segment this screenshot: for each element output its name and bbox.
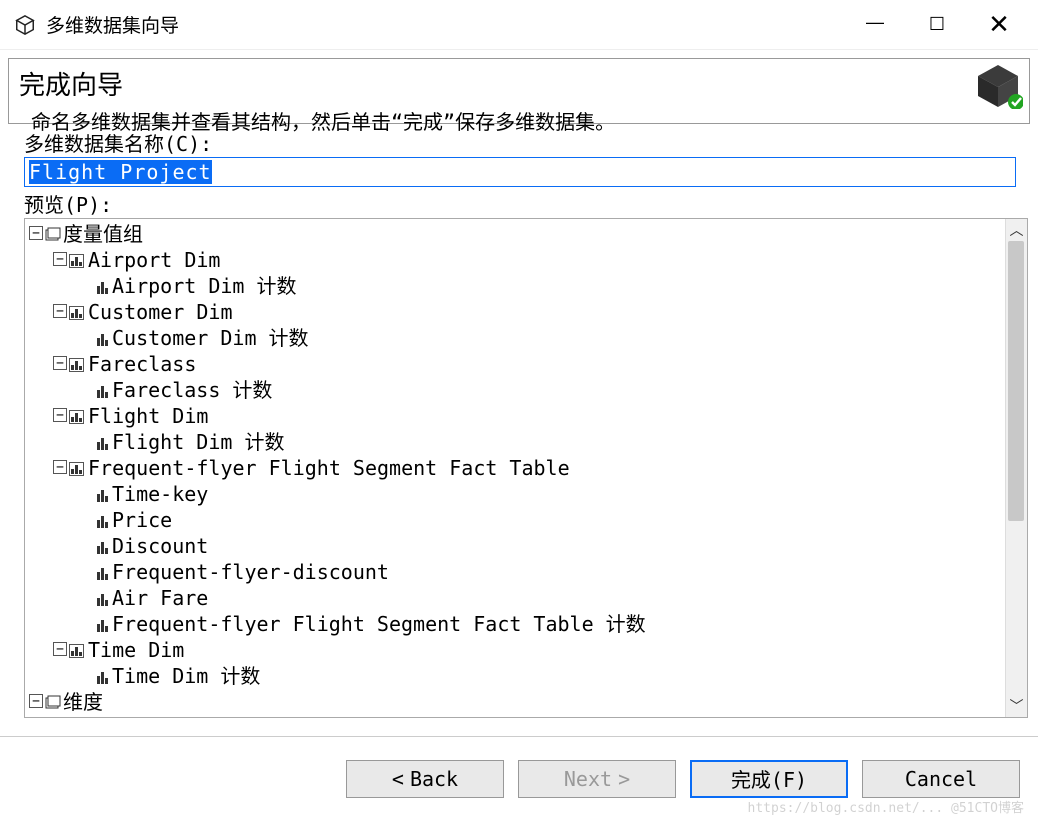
chevron-left-icon: < — [392, 767, 404, 791]
measure-icon — [97, 384, 108, 398]
tree-group[interactable]: Frequent-flyer Flight Segment Fact Table — [29, 455, 1005, 481]
tree-leaf[interactable]: Frequent-flyer-discount — [29, 559, 1005, 585]
wizard-header: 完成向导 命名多维数据集并查看其结构，然后单击“完成”保存多维数据集。 — [8, 58, 1030, 124]
measure-group-icon — [69, 358, 84, 372]
measure-group-icon — [69, 410, 84, 424]
measure-icon — [97, 488, 108, 502]
measure-icon — [97, 280, 108, 294]
tree-leaf[interactable]: Price — [29, 507, 1005, 533]
tree-dimensions[interactable]: 维度 — [29, 689, 1005, 715]
tree-leaf[interactable]: Time-key — [29, 481, 1005, 507]
tree-leaf[interactable]: Fareclass 计数 — [29, 377, 1005, 403]
close-button[interactable] — [968, 5, 1030, 45]
content-area: 多维数据集名称(C): Flight Project 预览(P): — [0, 124, 1038, 218]
measure-icon — [97, 540, 108, 554]
collapse-icon[interactable] — [53, 356, 67, 370]
collapse-icon[interactable] — [53, 642, 67, 656]
tree-leaf[interactable]: Flight Dim 计数 — [29, 429, 1005, 455]
measure-group-icon — [69, 254, 84, 268]
minimize-button[interactable] — [844, 5, 906, 45]
tree-group[interactable]: Airport Dim — [29, 247, 1005, 273]
tree-root[interactable]: 度量值组 — [29, 221, 1005, 247]
measure-icon — [97, 670, 108, 684]
measure-icon — [97, 514, 108, 528]
tree-leaf[interactable]: Customer Dim 计数 — [29, 325, 1005, 351]
tree-leaf[interactable]: Frequent-flyer Flight Segment Fact Table… — [29, 611, 1005, 637]
scroll-track[interactable] — [1006, 241, 1027, 695]
measure-icon — [97, 332, 108, 346]
measure-icon — [97, 436, 108, 450]
tree-leaf[interactable]: Discount — [29, 533, 1005, 559]
scroll-up-arrow[interactable]: ︿ — [1006, 219, 1027, 241]
collapse-icon[interactable] — [53, 460, 67, 474]
watermark-text: https://blog.csdn.net/... @51CTO博客 — [748, 797, 1024, 816]
tree-group[interactable]: Fareclass — [29, 351, 1005, 377]
collapse-icon[interactable] — [29, 694, 43, 708]
collapse-icon[interactable] — [53, 252, 67, 266]
wizard-window: 多维数据集向导 完成向导 命名多维数据集并查看其结构，然后单击“完成”保存多维数… — [0, 0, 1038, 820]
tree-leaf[interactable]: Air Fare — [29, 585, 1005, 611]
finish-button[interactable]: 完成(F) — [690, 760, 848, 798]
cube-group-icon — [45, 227, 61, 241]
cube-name-value: Flight Project — [29, 160, 212, 184]
cancel-button[interactable]: Cancel — [862, 760, 1020, 798]
measure-icon — [97, 592, 108, 606]
collapse-icon[interactable] — [53, 408, 67, 422]
maximize-button[interactable] — [906, 5, 968, 45]
back-button[interactable]: <Back — [346, 760, 504, 798]
dimension-group-icon — [45, 695, 61, 709]
chevron-right-icon: > — [618, 767, 630, 791]
collapse-icon[interactable] — [53, 304, 67, 318]
cube-check-icon — [973, 63, 1023, 114]
tree-content[interactable]: 度量值组 Airport Dim Airport Dim 计数 Customer… — [25, 219, 1005, 717]
vertical-scrollbar[interactable]: ︿ ﹀ — [1005, 219, 1027, 717]
window-title: 多维数据集向导 — [46, 11, 179, 38]
footer-button-bar: <Back Next> 完成(F) Cancel https://blog.cs… — [0, 736, 1038, 820]
tree-leaf[interactable]: Time Dim 计数 — [29, 663, 1005, 689]
tree-group[interactable]: Customer Dim — [29, 299, 1005, 325]
measure-group-icon — [69, 306, 84, 320]
tree-group[interactable]: Time Dim — [29, 637, 1005, 663]
measure-group-icon — [69, 462, 84, 476]
measure-group-icon — [69, 644, 84, 658]
tree-group[interactable]: Flight Dim — [29, 403, 1005, 429]
tree-leaf[interactable]: Airport Dim 计数 — [29, 273, 1005, 299]
page-subtitle: 命名多维数据集并查看其结构，然后单击“完成”保存多维数据集。 — [19, 106, 1021, 135]
title-bar: 多维数据集向导 — [0, 0, 1038, 50]
scroll-thumb[interactable] — [1008, 241, 1024, 521]
collapse-icon[interactable] — [29, 226, 43, 240]
page-title: 完成向导 — [19, 65, 1021, 102]
scroll-down-arrow[interactable]: ﹀ — [1006, 695, 1027, 717]
preview-label: 预览(P): — [24, 189, 1028, 218]
preview-tree: 度量值组 Airport Dim Airport Dim 计数 Customer… — [24, 218, 1028, 718]
measure-icon — [97, 618, 108, 632]
app-icon — [14, 14, 36, 36]
measure-icon — [97, 566, 108, 580]
next-button: Next> — [518, 760, 676, 798]
cube-name-input[interactable]: Flight Project — [24, 157, 1016, 187]
